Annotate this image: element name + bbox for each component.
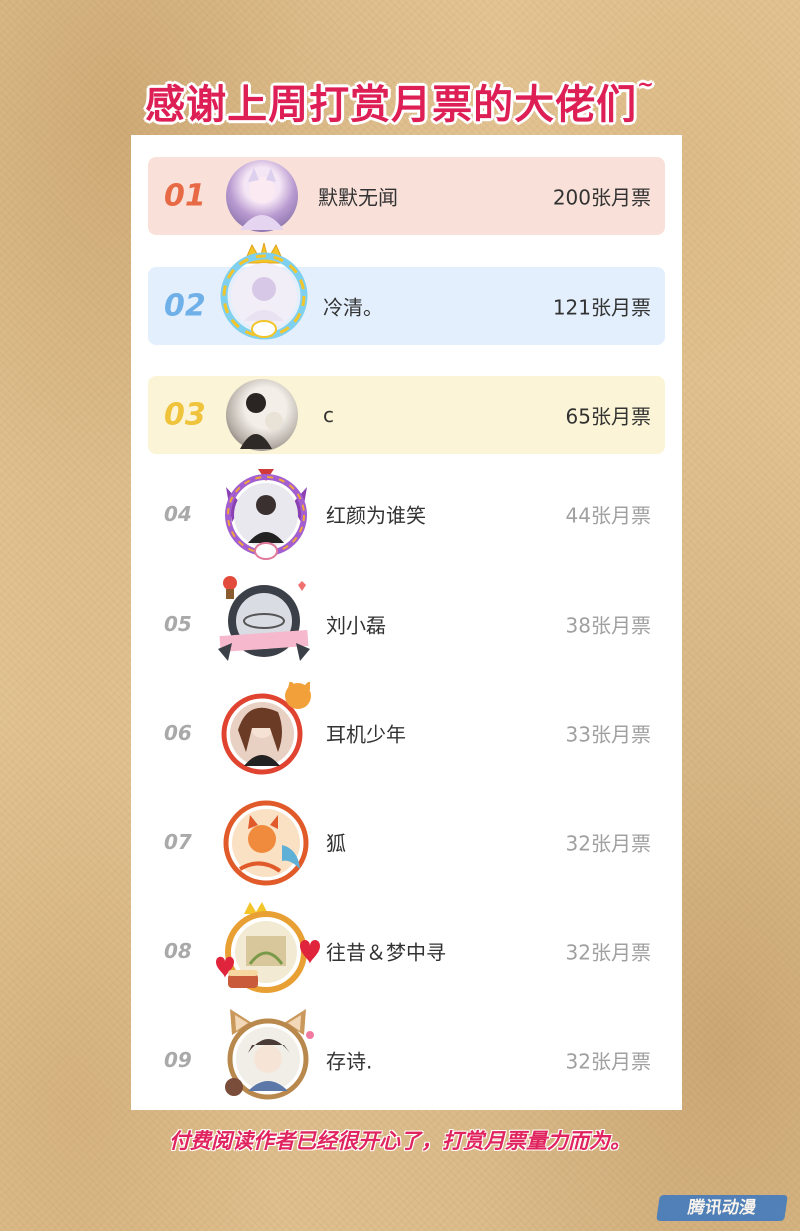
user-name: c [323, 403, 334, 427]
user-name: 冷清。 [323, 295, 383, 320]
rank-number: 07 [164, 830, 192, 854]
vote-count: 32张月票 [565, 831, 651, 856]
page-title-text: 感谢上周打赏月票的大佬们 [145, 82, 638, 128]
ranking-row-3[interactable]: 03 c 65张月票 [148, 376, 665, 454]
rank-number: 05 [164, 612, 192, 636]
penguin-frame-icon [218, 576, 310, 661]
ranking-row-4[interactable]: 04 红颜为谁笑 44张月票 [148, 469, 665, 560]
ranking-row-2[interactable]: 02 冷清。 121张月票 [148, 242, 665, 345]
ranking-row-1[interactable]: 01 默默无闻 200张月票 [148, 157, 665, 235]
footer-note: 付费阅读作者已经很开心了，打赏月票量力而为。 [169, 1129, 631, 1153]
user-name: 默默无闻 [318, 185, 398, 210]
avatar-person-icon [240, 393, 283, 449]
fox-frame-icon [221, 682, 311, 775]
user-name: 红颜为谁笑 [326, 503, 426, 528]
page-title: 感谢上周打赏月票的大佬们~ [0, 72, 800, 130]
avatar[interactable] [226, 160, 298, 232]
rank-number: 04 [164, 502, 192, 526]
ranking-panel: 01 默默无闻 200张月票 02 冷清。 121张月票 03 c 65张月票 … [131, 135, 682, 1110]
user-name: 狐 [326, 831, 346, 856]
vote-count: 65张月票 [565, 404, 651, 429]
rank-number: 03 [164, 397, 206, 433]
rank-number: 09 [164, 1048, 192, 1072]
rank-number: 02 [164, 288, 206, 324]
ranking-row-6[interactable]: 06 耳机少年 33张月票 [148, 682, 665, 775]
vote-count: 38张月票 [565, 613, 651, 638]
vote-count: 121张月票 [552, 295, 651, 320]
vote-count: 44张月票 [565, 503, 651, 528]
rank-number: 01 [164, 178, 206, 214]
cat-ear-frame-icon [225, 1009, 314, 1100]
ranking-row-8[interactable]: 08 往昔＆梦中寻 32张月票 [148, 902, 665, 993]
user-name: 存诗. [326, 1049, 373, 1074]
watermark-logo: 腾讯动漫 [656, 1195, 788, 1221]
ranking-row-7[interactable]: 07 狐 32张月票 [148, 800, 665, 886]
vote-count: 32张月票 [565, 940, 651, 965]
vote-count: 32张月票 [565, 1049, 651, 1074]
ranking-row-9[interactable]: 09 存诗. 32张月票 [148, 1009, 665, 1100]
user-name: 耳机少年 [326, 722, 406, 747]
crown-frame-icon [220, 242, 308, 340]
heart-crown-frame-icon [216, 902, 320, 993]
avatar[interactable] [226, 379, 298, 451]
avatar-figure-icon [240, 168, 284, 230]
ranking-row-5[interactable]: 05 刘小磊 38张月票 [148, 576, 665, 663]
vote-count: 200张月票 [552, 185, 651, 210]
page-title-tilde: ~ [637, 72, 655, 96]
user-name: 刘小磊 [326, 613, 386, 638]
user-name: 往昔＆梦中寻 [326, 940, 446, 965]
demon-frame-icon [225, 469, 307, 560]
rank-number: 08 [164, 939, 192, 963]
vote-count: 33张月票 [565, 722, 651, 747]
rank-number: 06 [164, 721, 192, 745]
tiger-frame-icon [223, 800, 309, 886]
